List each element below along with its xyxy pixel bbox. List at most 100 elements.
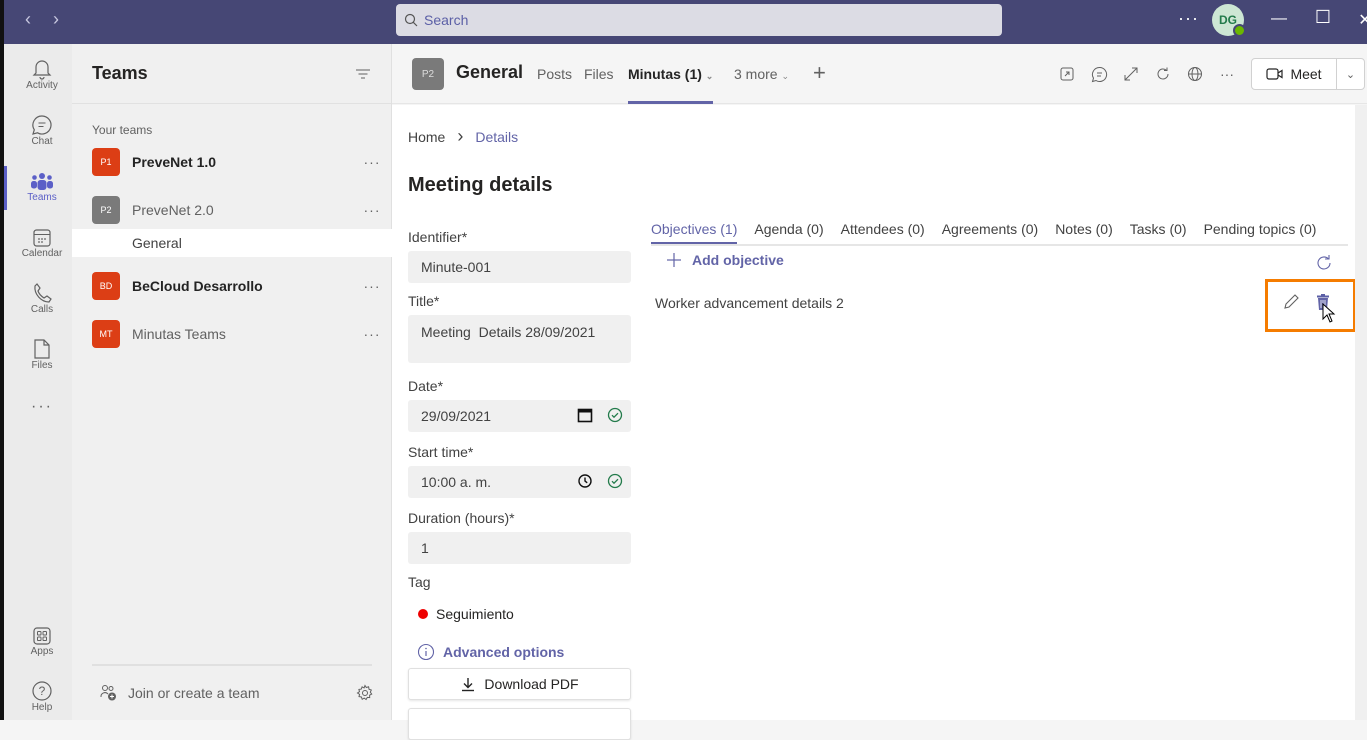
objective-item: Worker advancement details 2 — [655, 295, 844, 311]
breadcrumb-home[interactable]: Home — [408, 129, 445, 145]
video-camera-icon — [1266, 68, 1284, 80]
title-bar: ‹ › Search ··· DG — ☐ ✕ — [0, 0, 1367, 44]
breadcrumb: Home › Details — [408, 126, 518, 147]
chevron-down-icon: ⌄ — [705, 71, 714, 81]
divider — [651, 244, 1348, 246]
search-input[interactable]: Search — [396, 4, 1002, 36]
gear-icon[interactable] — [356, 684, 374, 702]
rail-item-teams[interactable]: Teams — [4, 166, 76, 218]
team-more-button[interactable]: ··· — [352, 202, 392, 218]
channel-item-general[interactable]: General — [72, 229, 392, 257]
help-icon: ? — [32, 681, 52, 701]
team-name: Minutas Teams — [132, 326, 226, 342]
join-create-team-button[interactable]: Join or create a team — [100, 684, 374, 702]
rail-item-activity[interactable]: Activity — [8, 54, 76, 106]
forward-button[interactable]: › — [46, 9, 66, 30]
chevron-right-icon: › — [457, 126, 464, 146]
highlight-box — [1265, 279, 1356, 332]
section-tabs: Objectives (1) Agenda (0) Attendees (0) … — [651, 221, 1317, 245]
rail-item-calendar[interactable]: Calendar — [8, 222, 76, 274]
date-field[interactable]: 29/09/2021 — [408, 400, 631, 432]
back-button[interactable]: ‹ — [18, 9, 38, 30]
secondary-action-button[interactable] — [408, 708, 631, 740]
team-more-button[interactable]: ··· — [352, 154, 392, 170]
team-avatar: MT — [92, 320, 120, 348]
scrollbar[interactable] — [1355, 105, 1367, 720]
team-more-button[interactable]: ··· — [352, 278, 392, 294]
conversation-icon[interactable] — [1089, 64, 1109, 84]
svg-text:?: ? — [39, 684, 46, 698]
close-button[interactable]: ✕ — [1353, 10, 1367, 30]
file-icon — [34, 339, 50, 359]
tab-notes[interactable]: Notes (0) — [1055, 221, 1113, 237]
apps-icon — [33, 627, 51, 645]
clock-icon[interactable] — [577, 473, 593, 489]
check-circle-icon — [607, 407, 623, 423]
add-tab-button[interactable]: + — [813, 60, 826, 86]
mouse-cursor-icon — [1322, 302, 1336, 328]
start-time-field[interactable]: 10:00 a. m. — [408, 466, 631, 498]
rail-item-calls[interactable]: Calls — [8, 278, 76, 330]
team-item[interactable]: BD BeCloud Desarrollo ··· — [72, 266, 392, 306]
user-avatar[interactable]: DG — [1212, 4, 1246, 37]
team-item[interactable]: P2 PreveNet 2.0 ··· — [72, 190, 392, 230]
chat-icon — [32, 115, 52, 135]
popout-icon[interactable] — [1057, 64, 1077, 84]
duration-field[interactable]: 1 — [408, 532, 631, 564]
meet-options-dropdown[interactable]: ⌄ — [1336, 58, 1365, 90]
tab-attendees[interactable]: Attendees (0) — [841, 221, 925, 237]
team-name: PreveNet 1.0 — [132, 154, 217, 170]
rail-item-apps[interactable]: Apps — [8, 620, 76, 672]
minimize-button[interactable]: — — [1267, 10, 1291, 28]
divider — [92, 664, 372, 666]
identifier-field[interactable]: Minute-001 — [408, 251, 631, 283]
tab-agenda[interactable]: Agenda (0) — [754, 221, 823, 237]
channel-title: General — [456, 62, 524, 82]
refresh-button[interactable] — [1314, 253, 1334, 278]
team-item[interactable]: MT Minutas Teams ··· — [72, 314, 392, 354]
maximize-button[interactable]: ☐ — [1311, 7, 1335, 28]
app-rail: Activity Chat Teams Calendar Calls Files… — [0, 44, 72, 720]
expand-icon[interactable] — [1121, 64, 1141, 84]
rail-more-apps-button[interactable]: ··· — [8, 398, 76, 450]
search-icon — [404, 13, 418, 27]
team-more-button[interactable]: ··· — [352, 326, 392, 342]
team-name: PreveNet 2.0 — [132, 202, 214, 218]
channel-avatar: P2 — [412, 58, 444, 90]
tab-agreements[interactable]: Agreements (0) — [942, 221, 1038, 237]
rail-item-chat[interactable]: Chat — [8, 110, 76, 162]
meeting-details-page: Home › Details Meeting details Identifie… — [392, 105, 1356, 740]
add-objective-button[interactable]: Add objective — [666, 252, 784, 268]
edit-objective-button[interactable] — [1282, 293, 1300, 316]
teams-icon — [31, 173, 53, 190]
team-item[interactable]: P1 PreveNet 1.0 ··· — [72, 142, 392, 182]
more-options-button[interactable]: ··· — [1178, 8, 1199, 29]
reload-icon[interactable] — [1153, 64, 1173, 84]
globe-icon[interactable] — [1185, 64, 1205, 84]
tab-more[interactable]: 3 more ⌄ — [734, 66, 789, 82]
info-icon — [417, 643, 435, 661]
more-actions-icon[interactable]: ··· — [1217, 64, 1237, 84]
tab-objectives[interactable]: Objectives (1) — [651, 221, 738, 245]
tab-files[interactable]: Files — [584, 66, 614, 82]
identifier-label: Identifier* — [408, 229, 468, 245]
rail-item-files[interactable]: Files — [8, 334, 76, 386]
start-time-label: Start time* — [408, 444, 474, 460]
tab-minutas[interactable]: Minutas (1) ⌄ — [628, 66, 714, 104]
meet-button[interactable]: Meet — [1251, 58, 1337, 90]
title-field[interactable]: Meeting Details 28/09/2021 — [408, 315, 631, 363]
tab-posts[interactable]: Posts — [537, 66, 572, 82]
filter-icon[interactable] — [355, 67, 371, 81]
tab-tasks[interactable]: Tasks (0) — [1130, 221, 1187, 237]
advanced-options-link[interactable]: Advanced options — [417, 643, 564, 661]
tab-pending-topics[interactable]: Pending topics (0) — [1204, 221, 1317, 237]
tag-badge[interactable]: Seguimiento — [418, 606, 514, 622]
rail-item-help[interactable]: ? Help — [8, 676, 76, 728]
team-avatar: BD — [92, 272, 120, 300]
date-label: Date* — [408, 378, 444, 394]
add-people-icon — [100, 685, 116, 701]
calendar-picker-icon[interactable] — [577, 407, 593, 423]
download-pdf-button[interactable]: Download PDF — [408, 668, 631, 700]
refresh-icon — [1317, 255, 1331, 270]
team-avatar: P1 — [92, 148, 120, 176]
